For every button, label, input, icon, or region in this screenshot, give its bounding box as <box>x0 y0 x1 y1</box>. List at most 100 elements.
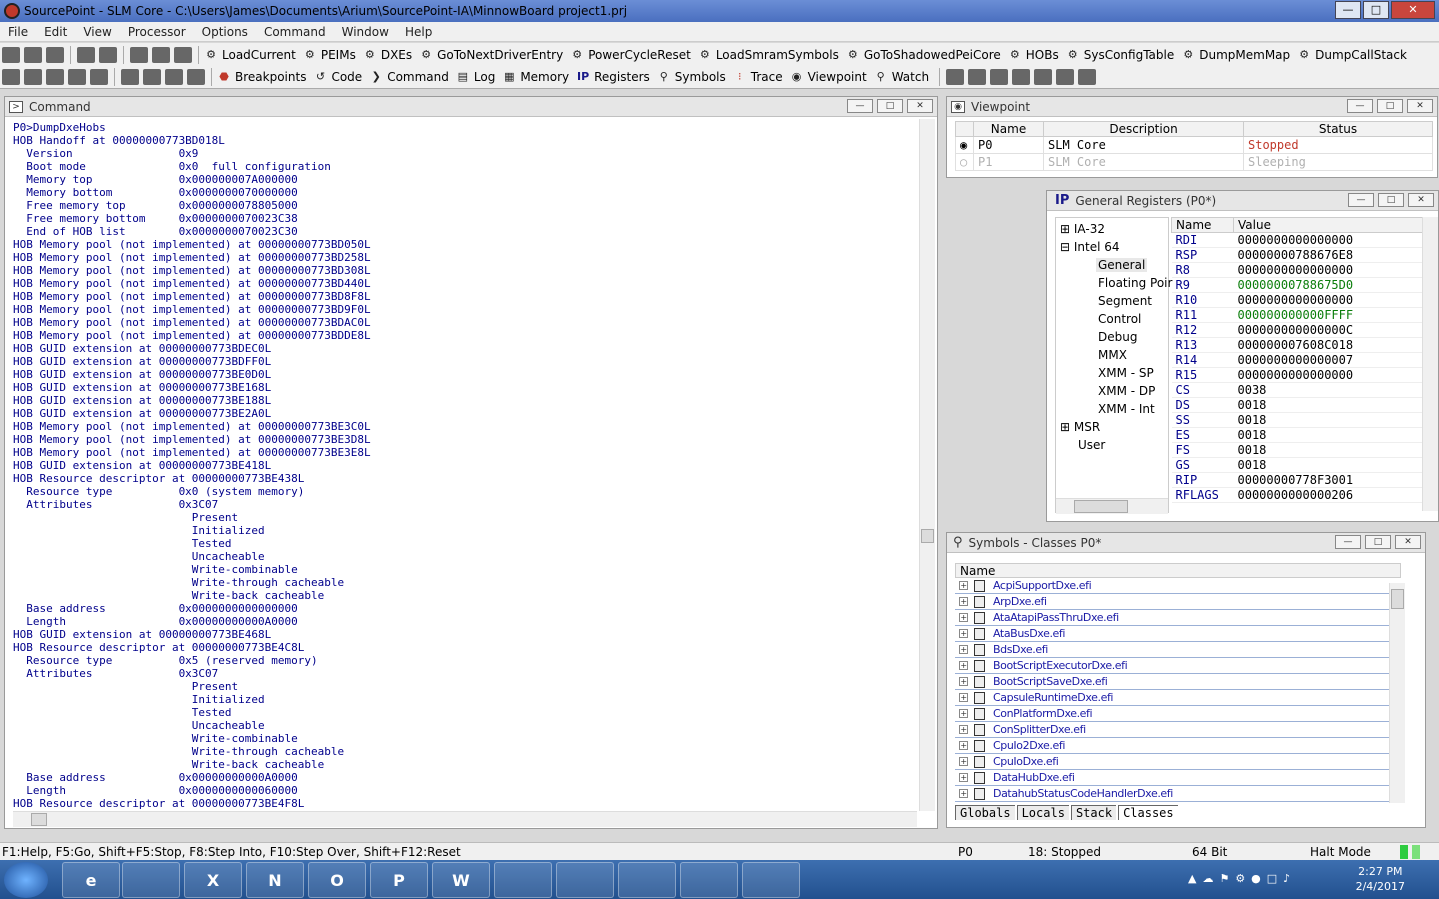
scroll-thumb[interactable] <box>1391 589 1404 609</box>
pane-close-button[interactable]: ✕ <box>907 99 933 113</box>
register-row[interactable]: R13 000000007608C018 <box>1171 337 1429 353</box>
close-button[interactable]: ✕ <box>1391 1 1435 19</box>
register-value[interactable]: 0018 <box>1233 427 1429 443</box>
go-icon[interactable] <box>2 69 20 85</box>
symbol-module-row[interactable]: + DataHubDxe.efi <box>955 770 1401 786</box>
expand-icon[interactable]: + <box>959 709 968 718</box>
register-row[interactable]: R15 0000000000000000 <box>1171 367 1429 383</box>
symbol-module-row[interactable]: + ConSplitterDxe.efi <box>955 722 1401 738</box>
halt-icon[interactable] <box>143 69 161 85</box>
pane-close-button[interactable]: ✕ <box>1408 193 1434 207</box>
tree-item-intel64[interactable]: ⊟ Intel 64 <box>1060 240 1120 254</box>
tree-item-floating-point[interactable]: Floating Poir <box>1098 276 1172 290</box>
pane-minimize-button[interactable]: — <box>1348 193 1374 207</box>
pane-restore-button[interactable]: □ <box>1365 535 1391 549</box>
symbol-module-row[interactable]: + ArpDxe.efi <box>955 594 1401 610</box>
symbol-module-row[interactable]: + AcpiSupportDxe.efi <box>955 578 1401 594</box>
symbol-module-row[interactable]: + AtaBusDxe.efi <box>955 626 1401 642</box>
tree-item-segment[interactable]: Segment <box>1098 294 1152 308</box>
tree-item-xmm-sp[interactable]: XMM - SP <box>1098 366 1154 380</box>
scroll-thumb[interactable] <box>921 529 934 543</box>
viewpoint-row[interactable]: ○ P1 SLM Core Sleeping <box>955 153 1433 171</box>
register-row[interactable]: RSP 00000000788676E8 <box>1171 247 1429 263</box>
start-button[interactable] <box>4 862 48 898</box>
symbols-vertical-scrollbar[interactable] <box>1389 583 1405 803</box>
register-value-header[interactable]: Value <box>1233 217 1429 233</box>
register-row[interactable]: R14 0000000000000007 <box>1171 352 1429 368</box>
register-row[interactable]: DS 0018 <box>1171 397 1429 413</box>
expand-icon[interactable]: + <box>959 741 968 750</box>
command-vertical-scrollbar[interactable] <box>919 119 935 811</box>
onenote-icon[interactable]: N <box>246 862 304 898</box>
gotoshadowedpeicore-button[interactable]: ⚙ GoToShadowedPeiCore <box>845 48 1001 62</box>
menu-help[interactable]: Help <box>397 25 440 39</box>
tree-item-general[interactable]: General <box>1096 258 1148 272</box>
menu-processor[interactable]: Processor <box>120 25 194 39</box>
menu-window[interactable]: Window <box>334 25 397 39</box>
expand-icon[interactable]: + <box>959 725 968 734</box>
menu-options[interactable]: Options <box>194 25 256 39</box>
tree-item-debug[interactable]: Debug <box>1098 330 1137 344</box>
system-tray-icons[interactable]: ▲☁⚑⚙●□♪ <box>1188 872 1296 885</box>
save-macro-icon[interactable] <box>174 46 192 63</box>
watch-button[interactable]: ⚲ Watch <box>873 70 929 84</box>
expand-icon[interactable]: + <box>959 597 968 606</box>
maximize-button[interactable]: □ <box>1363 1 1389 19</box>
loadsmramsymbols-button[interactable]: ⚙ LoadSmramSymbols <box>697 48 839 62</box>
register-row[interactable]: FS 0018 <box>1171 442 1429 458</box>
register-row[interactable]: RIP 00000000778F3001 <box>1171 472 1429 488</box>
register-row[interactable]: R12 000000000000000C <box>1171 322 1429 338</box>
menu-command[interactable]: Command <box>256 25 334 39</box>
expand-icon[interactable]: + <box>959 677 968 686</box>
sourcepoint-icon[interactable] <box>680 862 738 898</box>
register-row[interactable]: ES 0018 <box>1171 427 1429 443</box>
step-over-icon[interactable] <box>68 69 86 85</box>
open-project-icon[interactable] <box>2 46 20 63</box>
layout-a-icon[interactable] <box>946 69 965 85</box>
tree-item-mmx[interactable]: MMX <box>1098 348 1127 362</box>
command-horizontal-scrollbar[interactable] <box>13 811 917 827</box>
save-icon[interactable] <box>46 46 64 63</box>
register-row[interactable]: RFLAGS 0000000000000206 <box>1171 487 1429 503</box>
pane-restore-button[interactable]: □ <box>877 99 903 113</box>
register-value-changed[interactable]: 00000000788675D0 <box>1233 277 1429 293</box>
command-output[interactable]: P0>DumpDxeHobs HOB Handoff at 00000000773… <box>13 121 915 809</box>
description-column-header[interactable]: Description <box>1043 121 1244 137</box>
register-value[interactable]: 0018 <box>1233 412 1429 428</box>
open-macro-alt-icon[interactable] <box>152 46 170 63</box>
pane-close-button[interactable]: ✕ <box>1407 99 1433 113</box>
settings-icon[interactable] <box>1056 69 1075 85</box>
register-value[interactable]: 0000000000000007 <box>1233 352 1429 368</box>
dxes-button[interactable]: ⚙ DXEs <box>362 48 412 62</box>
powercyclereset-button[interactable]: ⚙ PowerCycleReset <box>569 48 691 62</box>
symbols-name-header[interactable]: Name <box>955 563 1401 578</box>
tab-classes[interactable]: Classes <box>1118 805 1178 820</box>
register-row[interactable]: RDI 0000000000000000 <box>1171 232 1429 248</box>
expand-icon[interactable]: + <box>959 757 968 766</box>
register-value[interactable]: 000000007608C018 <box>1233 337 1429 353</box>
pane-minimize-button[interactable]: — <box>847 99 873 113</box>
visual-studio-icon[interactable] <box>618 862 676 898</box>
layout-b-icon[interactable] <box>968 69 987 85</box>
powerpoint-icon[interactable]: P <box>370 862 428 898</box>
layout-icon[interactable] <box>77 46 95 63</box>
open-folder-icon[interactable] <box>24 46 42 63</box>
chrome-icon[interactable] <box>494 862 552 898</box>
register-value[interactable]: 00000000788676E8 <box>1233 247 1429 263</box>
layout-c-icon[interactable] <box>990 69 1009 85</box>
reset-icon[interactable] <box>121 69 139 85</box>
register-value[interactable]: 0000000000000000 <box>1233 262 1429 278</box>
hobs-button[interactable]: ⚙ HOBs <box>1007 48 1059 62</box>
radio-selected[interactable]: ◉ <box>955 136 974 154</box>
viewpoint-button[interactable]: ◉ Viewpoint <box>789 70 867 84</box>
breakpoints-button[interactable]: ⬣ Breakpoints <box>216 70 306 84</box>
stop-icon[interactable] <box>24 69 42 85</box>
symbol-module-row[interactable]: + AtaAtapiPassThruDxe.efi <box>955 610 1401 626</box>
register-value[interactable]: 0000000000000000 <box>1233 292 1429 308</box>
excel-icon[interactable]: X <box>184 862 242 898</box>
peims-button[interactable]: ⚙ PEIMs <box>302 48 356 62</box>
register-row[interactable]: CS 0038 <box>1171 382 1429 398</box>
tab-locals[interactable]: Locals <box>1016 805 1069 820</box>
name-column-header[interactable]: Name <box>973 121 1044 137</box>
pane-minimize-button[interactable]: — <box>1347 99 1373 113</box>
